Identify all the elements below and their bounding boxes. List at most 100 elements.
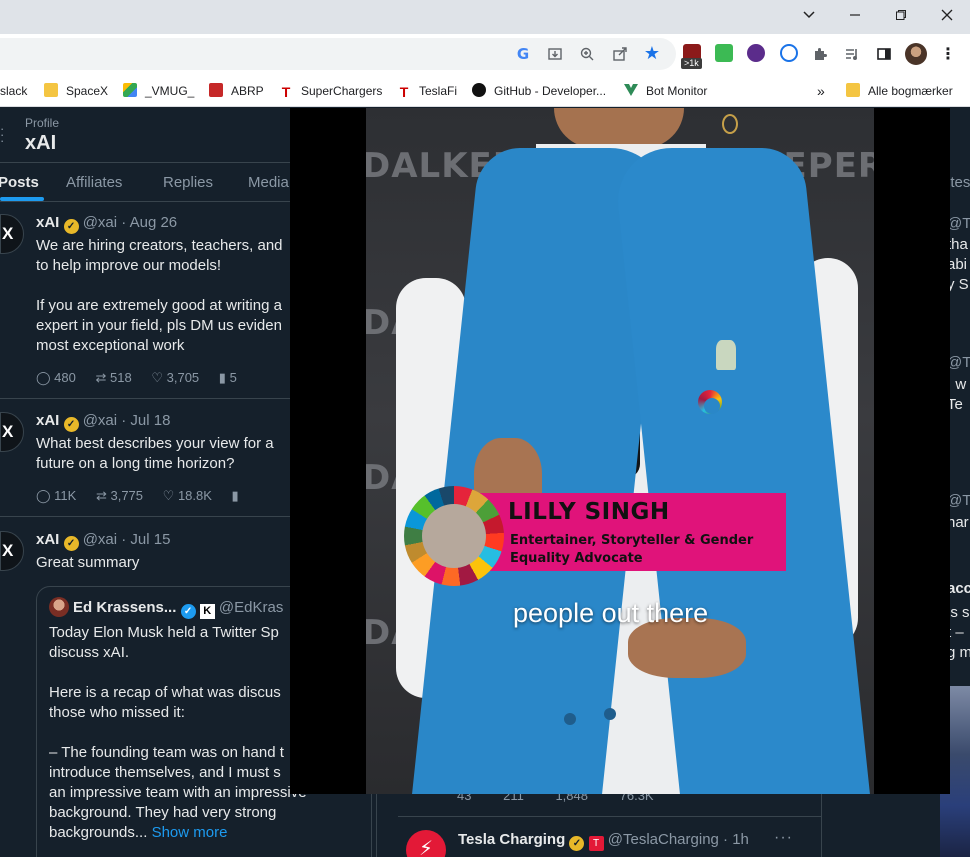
bottom-tweet-header: Tesla Charging ✓ T @TeslaCharging · 1h xyxy=(458,831,749,851)
quote-handle: @EdKras xyxy=(218,599,284,616)
chrome-menu-icon[interactable]: ⋮ xyxy=(937,43,959,65)
extension-badge: >1k xyxy=(681,58,702,69)
tab-affiliates[interactable]: Affiliates xyxy=(66,174,122,191)
quote-author-avatar[interactable] xyxy=(49,597,69,617)
bottom-tweet[interactable]: ⚡ Tesla Charging ✓ T @TeslaCharging · 1h… xyxy=(398,816,822,857)
tesla-icon: T xyxy=(281,84,291,100)
browser-titlebar xyxy=(0,0,970,34)
zoom-icon[interactable] xyxy=(576,43,598,65)
folder-icon xyxy=(44,83,58,97)
tweet-author[interactable]: xAI xyxy=(36,531,59,548)
bookmark-spacex[interactable]: SpaceX xyxy=(44,82,108,100)
quote-author[interactable]: Ed Krassens... xyxy=(73,599,176,616)
verified-badge-icon: ✓ xyxy=(63,417,79,432)
tesla-badge-icon: T xyxy=(588,836,604,851)
bookmark-github[interactable]: GitHub - Developer... xyxy=(472,82,606,100)
like-button[interactable]: ♡ 3,705 xyxy=(151,370,199,385)
affiliate-badge-icon: K xyxy=(199,604,215,619)
bookmark-vmug[interactable]: _VMUG_ xyxy=(123,82,194,100)
verified-badge-icon: ✓ xyxy=(63,219,79,234)
quote-text: Today Elon Musk held a Twitter Sp discus… xyxy=(49,624,307,841)
teslafi-icon: T xyxy=(399,84,409,100)
google-drive-icon xyxy=(123,83,137,97)
abrp-icon xyxy=(209,83,223,97)
share-icon[interactable] xyxy=(609,43,631,65)
name-lower-third: LILLY SINGH Entertainer, Storyteller & G… xyxy=(480,493,786,571)
video-caption: people out there xyxy=(513,598,709,628)
google-lens-icon[interactable]: G xyxy=(512,43,534,65)
extension-4-icon[interactable] xyxy=(780,44,798,62)
sdg-wheel-center xyxy=(422,504,486,568)
screen: G ★ >1k ⋮ slack SpaceX _VMUG_ ABRP T Sup… xyxy=(0,0,970,857)
reply-button[interactable]: ◯ 480 xyxy=(36,370,76,385)
tweet-meta: @xai · Jul 18 xyxy=(82,412,171,429)
media-control-icon[interactable] xyxy=(841,43,863,65)
reply-button[interactable]: ◯ 11K xyxy=(36,488,76,503)
video-frame[interactable]: DALKEEPERS2030 ALKEEPERS DALKE DALKE DAL… xyxy=(366,108,874,794)
speaker-title-1: Entertainer, Storyteller & Gender xyxy=(510,533,754,548)
verified-badge-icon: ✓ xyxy=(180,604,196,619)
speaker-title-2: Equality Advocate xyxy=(510,551,643,566)
profile-avatar[interactable] xyxy=(905,43,927,65)
tab-media[interactable]: Media xyxy=(248,174,289,191)
install-icon[interactable] xyxy=(544,43,566,65)
tesla-charging-avatar[interactable]: ⚡ xyxy=(406,830,446,857)
profile-name: xAI xyxy=(25,132,57,154)
more-options-icon[interactable]: ··· xyxy=(774,829,793,847)
extensions-puzzle-icon[interactable] xyxy=(809,43,831,65)
all-bookmarks-folder[interactable]: Alle bogmærker xyxy=(846,82,953,100)
extension-2-icon[interactable] xyxy=(715,44,733,62)
sdg-wheel-logo xyxy=(404,486,504,586)
bookmark-bot-monitor[interactable]: Bot Monitor xyxy=(624,82,707,100)
bookmark-superchargers[interactable]: T SuperChargers xyxy=(279,82,383,100)
minimize-button[interactable] xyxy=(832,0,878,30)
more-icon[interactable]: · · · xyxy=(0,122,4,147)
verified-badge-icon: ✓ xyxy=(569,836,585,851)
address-bar[interactable] xyxy=(0,38,676,70)
github-icon xyxy=(472,83,486,97)
repost-button[interactable]: ⇄ 3,775 xyxy=(96,488,143,503)
tab-posts[interactable]: Posts xyxy=(0,174,39,191)
views-button[interactable]: ▮ xyxy=(232,488,239,503)
tweet-meta: @xai · Aug 26 xyxy=(82,214,178,231)
restore-button[interactable] xyxy=(878,0,924,30)
earring xyxy=(722,114,738,134)
bookmark-slack[interactable]: slack xyxy=(0,82,27,100)
bottom-tweet-author[interactable]: Tesla Charging xyxy=(458,831,565,848)
bookmark-abrp[interactable]: ABRP xyxy=(209,82,264,100)
tweet-header: xAI ✓ @xai · Jul 15 xyxy=(36,531,170,551)
repost-button[interactable]: ⇄ 518 xyxy=(96,370,132,385)
bookmarks-bar: slack SpaceX _VMUG_ ABRP T SuperChargers … xyxy=(0,74,970,107)
browser-toolbar: G ★ >1k ⋮ xyxy=(0,34,970,74)
bookmark-star-icon[interactable]: ★ xyxy=(641,43,663,65)
like-button[interactable]: ♡ 18.8K xyxy=(163,488,212,503)
tweet-actions: ◯ 480 ⇄ 518 ♡ 3,705 ▮ 5 xyxy=(36,370,253,386)
tab-replies[interactable]: Replies xyxy=(163,174,213,191)
side-panel-icon[interactable] xyxy=(873,43,895,65)
bookmark-teslafi[interactable]: T TeslaFi xyxy=(397,82,457,100)
xai-avatar[interactable]: X xyxy=(0,531,24,571)
tweet-author[interactable]: xAI xyxy=(36,214,59,231)
tab-search-dropdown-icon[interactable] xyxy=(786,0,832,30)
extension-3-icon[interactable] xyxy=(747,44,765,62)
video-overlay[interactable]: DALKEEPERS2030 ALKEEPERS DALKE DALKE DAL… xyxy=(290,108,950,794)
vue-icon xyxy=(624,83,638,97)
xai-avatar[interactable]: X xyxy=(0,412,24,452)
quote-header: Ed Krassens... ✓ K @EdKras xyxy=(73,599,283,619)
xai-avatar[interactable]: X xyxy=(0,214,24,254)
tweet-header: xAI ✓ @xai · Jul 18 xyxy=(36,412,170,432)
close-button[interactable] xyxy=(924,0,970,30)
tweet-author[interactable]: xAI xyxy=(36,412,59,429)
speaker-name: LILLY SINGH xyxy=(508,499,670,525)
person-neck xyxy=(554,108,684,148)
bottom-tweet-handle: @TeslaCharging · 1h xyxy=(607,831,749,848)
vest-button xyxy=(564,713,576,725)
views-button[interactable]: ▮ 5 xyxy=(219,370,237,385)
folder-icon xyxy=(846,83,860,97)
tweet-actions: ◯ 11K ⇄ 3,775 ♡ 18.8K ▮ xyxy=(36,488,255,504)
palm-pin xyxy=(716,340,736,370)
tweet-header: xAI ✓ @xai · Aug 26 xyxy=(36,214,177,234)
show-more-link[interactable]: Show more xyxy=(152,824,228,841)
bookmarks-overflow-button[interactable]: » xyxy=(817,82,825,100)
tweet-meta: @xai · Jul 15 xyxy=(82,531,171,548)
